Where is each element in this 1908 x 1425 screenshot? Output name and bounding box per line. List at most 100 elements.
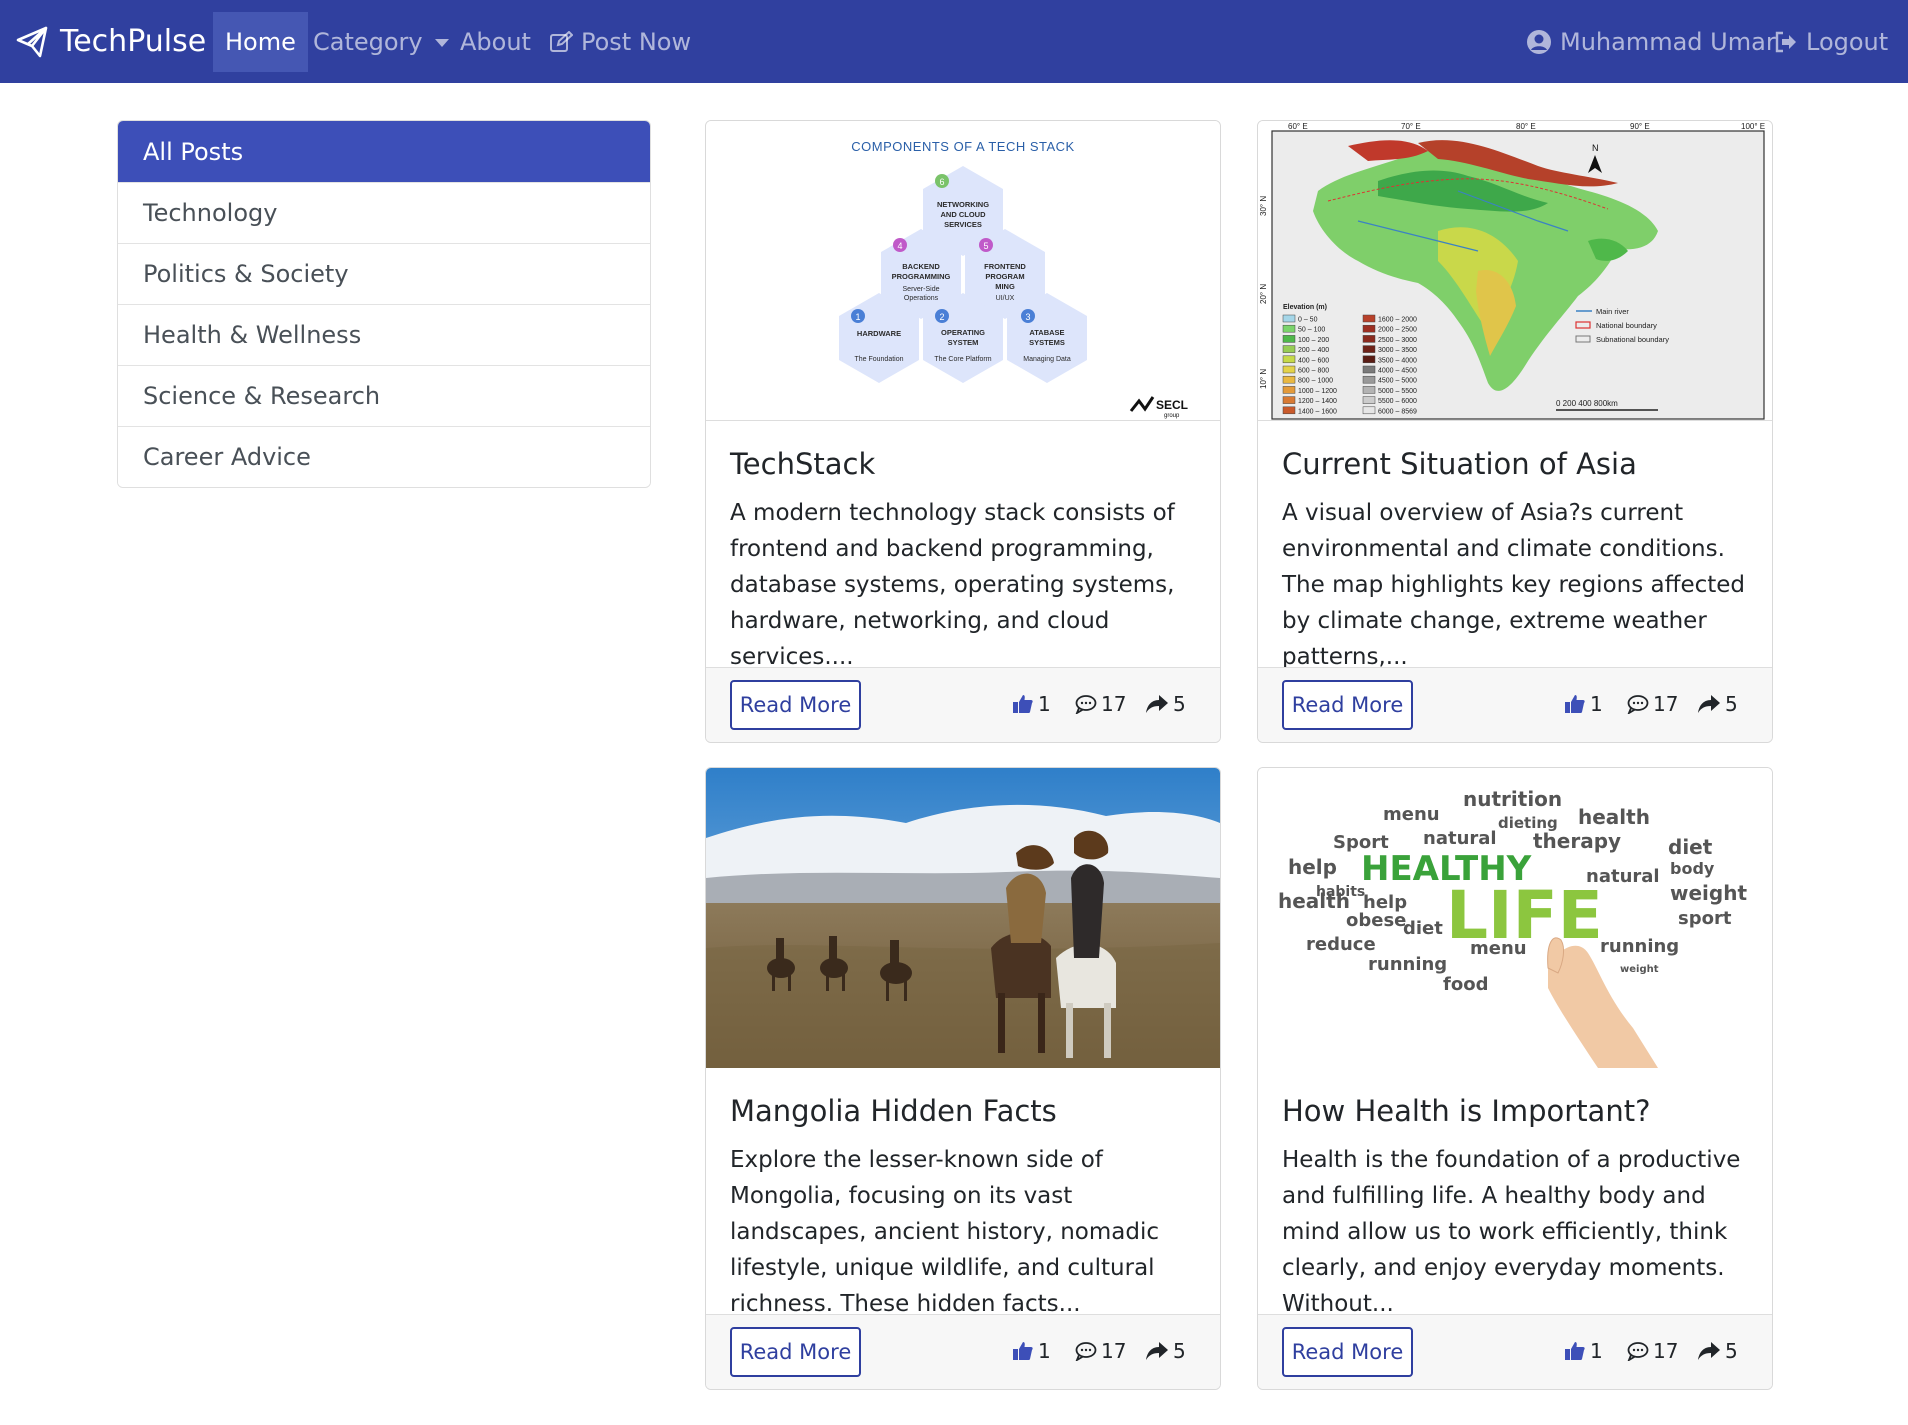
sidebar-item-label: Science & Research bbox=[143, 382, 381, 410]
like-button[interactable]: 1 bbox=[1012, 692, 1051, 716]
legend-label: 4000 – 4500 bbox=[1378, 368, 1417, 375]
like-count: 1 bbox=[1590, 1339, 1603, 1363]
post-title[interactable]: Current Situation of Asia bbox=[1282, 447, 1637, 481]
post-title[interactable]: Mangolia Hidden Facts bbox=[730, 1094, 1057, 1128]
thumbs-up-icon bbox=[1565, 1342, 1585, 1360]
share-icon bbox=[1698, 695, 1720, 713]
nav-category-label: Category bbox=[313, 28, 423, 56]
post-title[interactable]: How Health is Important? bbox=[1282, 1094, 1650, 1128]
legend-swatch bbox=[1362, 406, 1376, 415]
comment-icon bbox=[1075, 1342, 1097, 1361]
read-more-button[interactable]: Read More bbox=[730, 1327, 861, 1377]
nav-user-profile[interactable]: Muhammad Umar bbox=[1514, 12, 1788, 72]
sidebar-item-science-research[interactable]: Science & Research bbox=[118, 365, 650, 426]
legend-swatch bbox=[1282, 355, 1296, 364]
hex-number: 4 bbox=[897, 241, 902, 251]
nav-logout[interactable]: Logout bbox=[1762, 12, 1900, 72]
share-icon bbox=[1698, 1342, 1720, 1360]
read-more-button[interactable]: Read More bbox=[1282, 680, 1413, 730]
legend-label: 100 – 200 bbox=[1298, 337, 1329, 344]
sidebar-item-technology[interactable]: Technology bbox=[118, 182, 650, 243]
legend-swatch bbox=[1362, 335, 1376, 343]
nav-about[interactable]: About bbox=[448, 12, 543, 72]
legend-swatch bbox=[1362, 375, 1376, 384]
post-title[interactable]: TechStack bbox=[730, 447, 875, 481]
word: running bbox=[1368, 954, 1447, 975]
post-excerpt: A visual overview of Asia?s current envi… bbox=[1282, 500, 1746, 670]
hex-number: 3 bbox=[1025, 312, 1030, 322]
legend-swatch bbox=[1282, 375, 1296, 384]
nav-post-now-label: Post Now bbox=[581, 28, 692, 56]
share-button[interactable]: 5 bbox=[1145, 692, 1186, 716]
comment-button[interactable]: 17 bbox=[1075, 692, 1126, 716]
legend-swatch bbox=[1282, 314, 1296, 323]
comment-count: 17 bbox=[1653, 692, 1679, 716]
sidebar-item-label: Career Advice bbox=[143, 443, 311, 471]
post-card: 60° E 70° E 80° E 90° E 100° E 30° N 20°… bbox=[1257, 120, 1773, 743]
user-name: Muhammad Umar bbox=[1560, 28, 1776, 56]
brand-name: TechPulse bbox=[60, 24, 207, 59]
sidebar-item-label: All Posts bbox=[143, 137, 244, 166]
map-legend-label: Subnational boundary bbox=[1596, 335, 1669, 344]
like-button[interactable]: 1 bbox=[1564, 1339, 1603, 1363]
comment-button[interactable]: 17 bbox=[1627, 692, 1678, 716]
brand-link[interactable]: TechPulse bbox=[16, 0, 206, 83]
legend-label: 200 – 400 bbox=[1298, 347, 1329, 354]
legend-swatch bbox=[1282, 324, 1296, 333]
comment-button[interactable]: 17 bbox=[1627, 1339, 1678, 1363]
post-excerpt: Explore the lesser-known side of Mongoli… bbox=[730, 1147, 1160, 1317]
comment-button[interactable]: 17 bbox=[1075, 1339, 1126, 1363]
comment-count: 17 bbox=[1101, 1339, 1127, 1363]
nav-home[interactable]: Home bbox=[213, 12, 308, 72]
legend-label: 1600 – 2000 bbox=[1378, 317, 1417, 324]
legend-label: 600 – 800 bbox=[1298, 368, 1329, 375]
word: running bbox=[1600, 936, 1679, 957]
nav-post-now[interactable]: Post Now bbox=[537, 12, 703, 72]
comment-icon bbox=[1627, 1342, 1649, 1361]
legend-label: 5000 – 5500 bbox=[1378, 388, 1417, 395]
share-button[interactable]: 5 bbox=[1697, 1339, 1738, 1363]
map-legend-label: Main river bbox=[1596, 307, 1629, 316]
comment-icon bbox=[1627, 695, 1649, 714]
hex-number: 5 bbox=[983, 241, 988, 251]
edit-icon bbox=[550, 31, 573, 52]
sidebar-item-politics-society[interactable]: Politics & Society bbox=[118, 243, 650, 304]
legend-swatch bbox=[1282, 345, 1296, 353]
mongolia-eagle-hunters-photo bbox=[706, 768, 1220, 1068]
legend-label: 2000 – 2500 bbox=[1378, 327, 1417, 334]
north-label: N bbox=[1592, 143, 1599, 153]
like-button[interactable]: 1 bbox=[1564, 692, 1603, 716]
hex-subtitle: UI/UX bbox=[996, 295, 1015, 302]
scale-bar-label: 0 200 400 800km bbox=[1556, 399, 1618, 408]
word: diet bbox=[1403, 918, 1443, 939]
read-more-button[interactable]: Read More bbox=[1282, 1327, 1413, 1377]
sidebar-item-all-posts[interactable]: All Posts bbox=[118, 121, 650, 182]
diagram-heading: COMPONENTS OF A TECH STACK bbox=[851, 139, 1074, 154]
legend-swatch bbox=[1362, 355, 1376, 364]
hex-title-line: AND CLOUD bbox=[941, 210, 987, 219]
word: menu bbox=[1383, 804, 1440, 825]
like-button[interactable]: 1 bbox=[1012, 1339, 1051, 1363]
share-count: 5 bbox=[1725, 692, 1738, 716]
like-count: 1 bbox=[1038, 1339, 1051, 1363]
hex-number: 2 bbox=[939, 312, 944, 322]
word: reduce bbox=[1306, 934, 1376, 955]
legend-swatch bbox=[1362, 324, 1376, 333]
sidebar-item-career-advice[interactable]: Career Advice bbox=[118, 426, 650, 487]
sidebar-item-health-wellness[interactable]: Health & Wellness bbox=[118, 304, 650, 365]
share-button[interactable]: 5 bbox=[1145, 1339, 1186, 1363]
nav-category-dropdown[interactable]: Category bbox=[301, 12, 461, 72]
legend-swatch bbox=[1282, 396, 1296, 404]
word: help bbox=[1288, 855, 1337, 879]
legend-label: 6000 – 8569 bbox=[1378, 408, 1417, 415]
hex-title-line: SYSTEM bbox=[948, 338, 979, 347]
lat-label: 20° N bbox=[1259, 284, 1268, 304]
legend-label: 1400 – 1600 bbox=[1298, 408, 1337, 415]
legend-swatch bbox=[1362, 396, 1376, 404]
read-more-button[interactable]: Read More bbox=[730, 680, 861, 730]
word: diet bbox=[1668, 835, 1713, 859]
share-button[interactable]: 5 bbox=[1697, 692, 1738, 716]
word: health bbox=[1578, 805, 1650, 829]
top-navbar: TechPulse Home Category About Post Now M… bbox=[0, 0, 1908, 83]
paper-plane-icon bbox=[16, 26, 48, 57]
